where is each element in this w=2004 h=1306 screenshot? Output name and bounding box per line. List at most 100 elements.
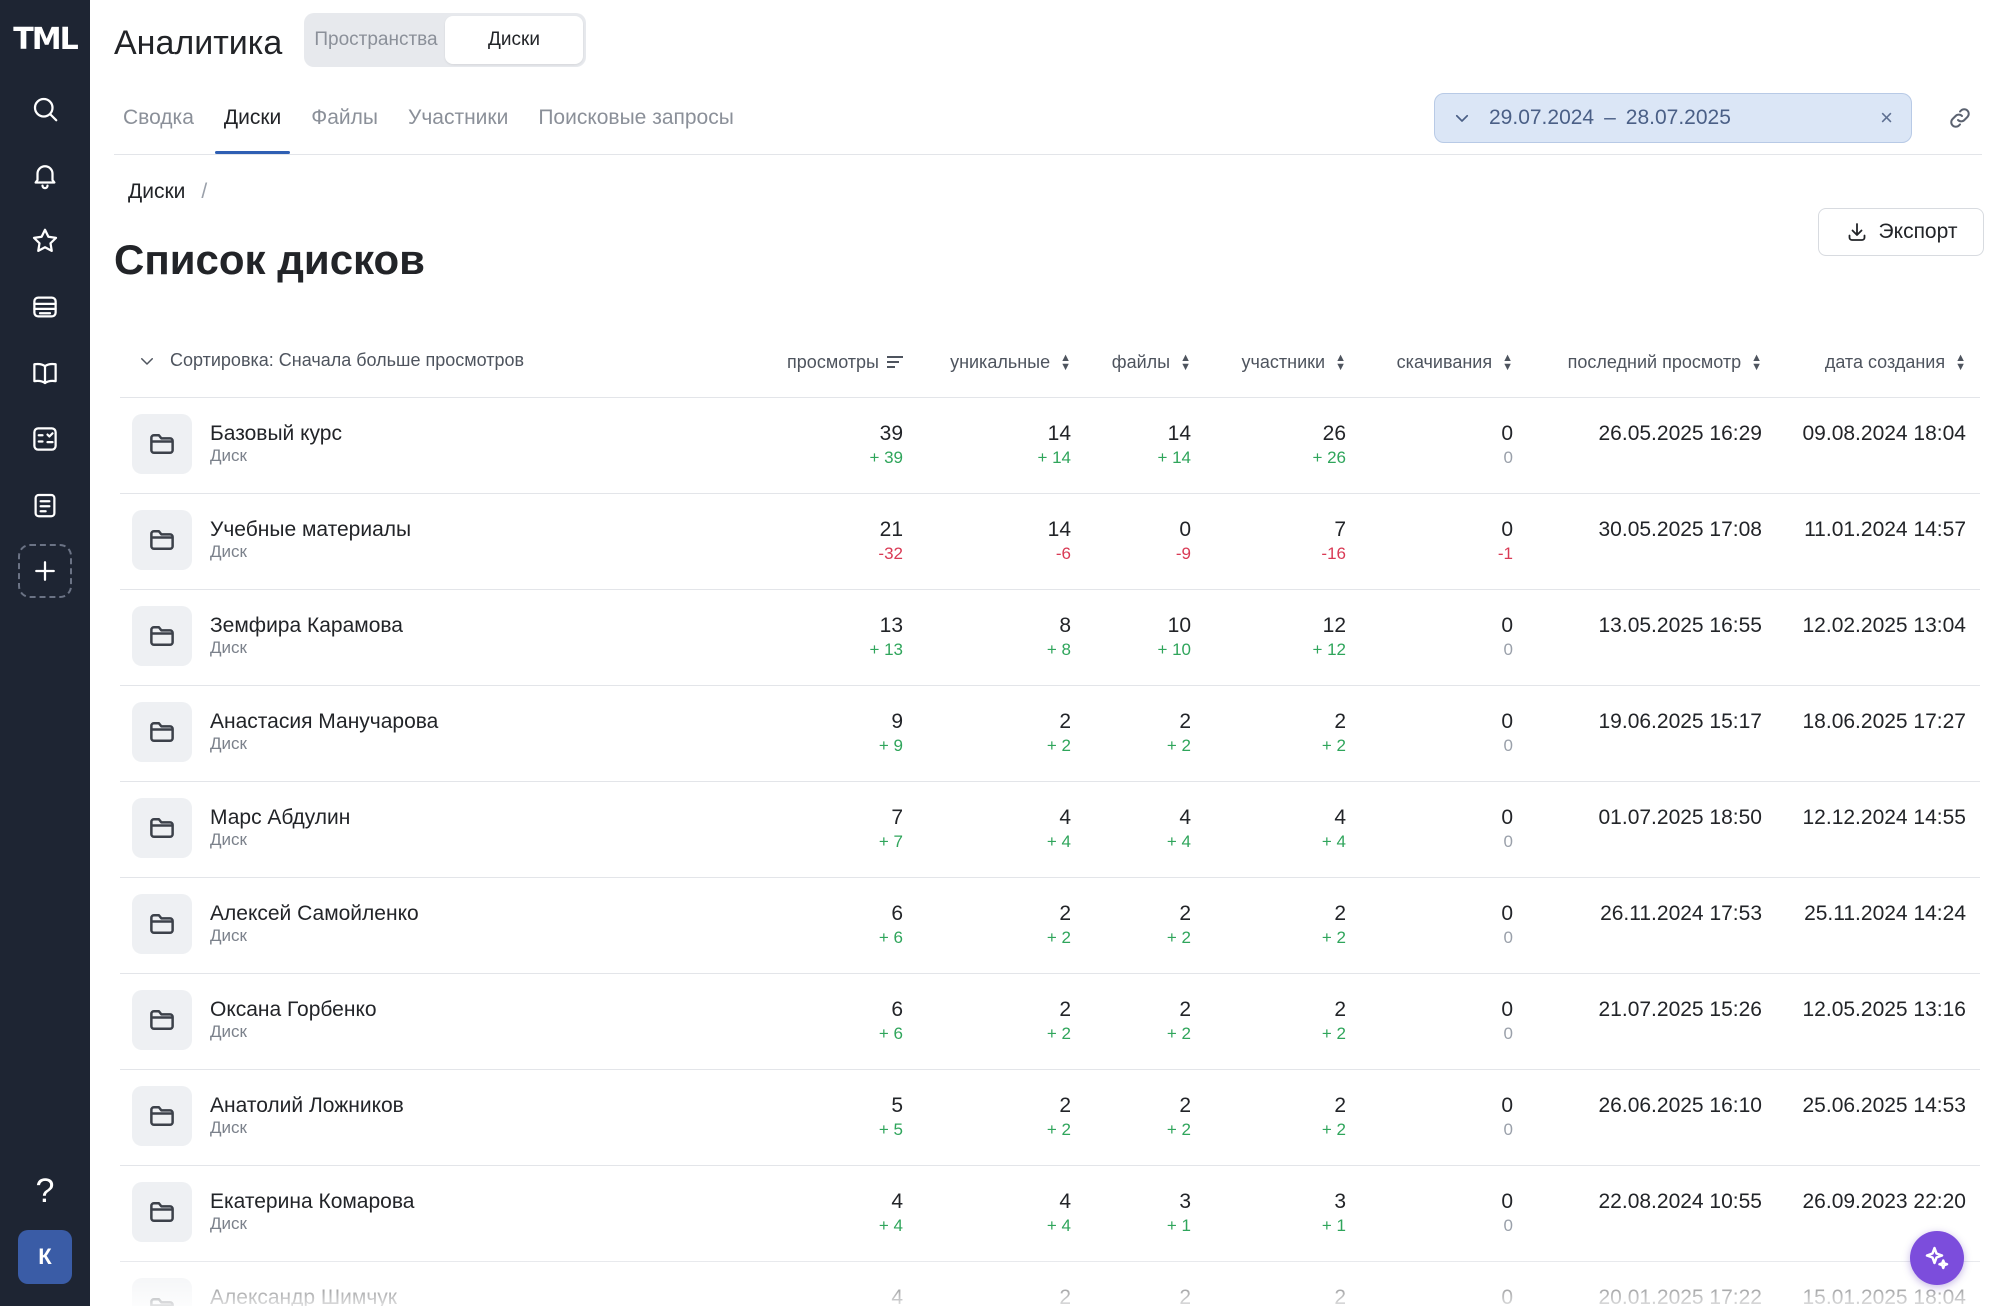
- cell-unique-delta: + 8: [1046, 640, 1071, 659]
- disk-name: Александр Шимчук: [210, 1286, 397, 1306]
- cell-views-value: 4: [891, 1286, 903, 1306]
- nav-favorites[interactable]: [18, 214, 72, 268]
- cell-unique-delta: + 2: [1046, 1024, 1071, 1043]
- breadcrumb-disks[interactable]: Диски: [128, 180, 185, 204]
- segment-disks[interactable]: Диски: [445, 16, 583, 64]
- nav-inbox[interactable]: [18, 280, 72, 334]
- segment-spaces[interactable]: Пространства: [307, 16, 445, 64]
- table-row[interactable]: Екатерина Комарова Диск 4 + 4 4 + 4 3 + 1 3 + 100…: [120, 1166, 1980, 1262]
- sort-dropdown[interactable]: Сортировка: Сначала больше просмотров: [138, 350, 524, 371]
- tab-members[interactable]: Участники: [399, 96, 517, 154]
- cell-files-value: 2: [1179, 1094, 1191, 1117]
- cell-downloads: 00: [1501, 710, 1513, 756]
- cell-files-value: 0: [1179, 518, 1191, 541]
- cell-created: 15.01.2025 18:04: [1802, 1286, 1967, 1306]
- clipboard-icon: [34, 493, 56, 518]
- cell-unique-value: 8: [1059, 614, 1071, 637]
- folder-icon: [132, 510, 192, 570]
- cell-unique: 2 + 2: [1047, 998, 1071, 1044]
- column-created[interactable]: дата создания ▲ ▼: [1825, 352, 1966, 373]
- table-row[interactable]: Земфира Карамова Диск 13 + 13 8 + 8 10 + 10 12 + …: [120, 590, 1980, 686]
- cell-views-delta: + 6: [878, 928, 903, 947]
- column-last-view[interactable]: последний просмотр ▲ ▼: [1568, 352, 1762, 373]
- nav-tasks[interactable]: [18, 478, 72, 532]
- table-row[interactable]: Учебные материалы Диск 21 -32 14 -6 0 -9 7 -16 0 -1…: [120, 494, 1980, 590]
- nav-quiz[interactable]: [18, 412, 72, 466]
- analytics-tabs: Сводка Диски Файлы Участники Поисковые з…: [114, 96, 755, 154]
- disk-type: Диск: [210, 926, 247, 945]
- date-range-filter[interactable]: 29.07.2024 – 28.07.2025 ×: [1434, 93, 1912, 143]
- folder-icon: [132, 1182, 192, 1242]
- table-row[interactable]: Анатолий Ложников Диск 5 + 5 2 + 2 2 + 2 2 + 2002…: [120, 1070, 1980, 1166]
- nav-add[interactable]: [18, 544, 72, 598]
- ai-assistant-button[interactable]: [1910, 1231, 1964, 1285]
- sort-icon: ▲ ▼: [1502, 351, 1513, 373]
- chevron-down-icon: [1455, 114, 1469, 122]
- cell-files: 2 + 2: [1167, 902, 1191, 948]
- cell-downloads-value: 0: [1501, 1286, 1513, 1306]
- folder-icon: [132, 798, 192, 858]
- column-members[interactable]: участники ▲ ▼: [1242, 352, 1346, 373]
- cell-downloads-value: 0: [1501, 614, 1513, 637]
- cell-created: 09.08.2024 18:04: [1802, 422, 1967, 445]
- table-body: Базовый курс Диск 39 + 39 14 + 14 14 + 14 26 + 26…: [120, 398, 1980, 1306]
- nav-search[interactable]: [18, 82, 72, 136]
- export-button[interactable]: Экспорт: [1818, 208, 1984, 256]
- list-title: Список дисков: [114, 236, 426, 283]
- cell-views-delta: + 5: [878, 1120, 903, 1139]
- sort-label: Сортировка: Сначала больше просмотров: [170, 350, 525, 370]
- bell-icon: [34, 165, 56, 190]
- cell-members-value: 12: [1322, 614, 1346, 637]
- table-row[interactable]: Алексей Самойленко Диск 6 + 6 2 + 2 2 + 2 2 + 200…: [120, 878, 1980, 974]
- cell-unique-delta: + 14: [1037, 448, 1071, 467]
- table-row[interactable]: Базовый курс Диск 39 + 39 14 + 14 14 + 14 26 + 26…: [120, 398, 1980, 494]
- cell-files-delta: + 2: [1166, 736, 1191, 755]
- cell-downloads: 00: [1501, 806, 1513, 852]
- tab-search-queries[interactable]: Поисковые запросы: [529, 96, 743, 154]
- cell-views-value: 21: [879, 518, 903, 541]
- table-row[interactable]: Оксана Горбенко Диск 6 + 6 2 + 2 2 + 2 2 + 2 0 0 21.…: [120, 974, 1980, 1070]
- table-row[interactable]: Анастасия Манучарова Диск 9 + 9 2 + 2 2 + 2 2 + 2…: [120, 686, 1980, 782]
- column-views[interactable]: просмотры: [787, 352, 903, 373]
- disk-type: Диск: [210, 734, 247, 753]
- nav-notifications[interactable]: [18, 148, 72, 202]
- disk-type: Диск: [210, 446, 247, 465]
- avatar[interactable]: К: [18, 1230, 72, 1284]
- cell-files-delta: + 14: [1157, 448, 1191, 467]
- column-files[interactable]: файлы ▲ ▼: [1112, 352, 1191, 373]
- nav-knowledge[interactable]: [18, 346, 72, 400]
- cell-members: 12 + 12: [1312, 614, 1346, 660]
- disk-name: Анатолий Ложников: [210, 1094, 404, 1117]
- cell-created: 25.11.2024 14:24: [1804, 902, 1966, 925]
- cell-unique-value: 2: [1059, 902, 1071, 925]
- app-logo[interactable]: TML: [8, 22, 82, 57]
- help-button[interactable]: ?: [18, 1164, 72, 1218]
- header-divider: [114, 154, 1982, 155]
- cell-files-delta: + 2: [1166, 1120, 1191, 1139]
- tab-disks[interactable]: Диски: [214, 96, 291, 154]
- cell-files-delta: + 2: [1166, 928, 1191, 947]
- cell-members: 2 + 2: [1322, 902, 1346, 948]
- cell-downloads: 00: [1501, 998, 1513, 1044]
- table-row[interactable]: Марс Абдулин Диск 7 + 7 4 + 4 4 + 4 4 + 4 0 0 01.07.…: [120, 782, 1980, 878]
- cell-last-view: 13.05.2025 16:55: [1598, 614, 1763, 637]
- tab-summary[interactable]: Сводка: [114, 96, 203, 154]
- table-row[interactable]: Александр ШимчукДиск4222020.01.2025 17:2…: [120, 1262, 1980, 1306]
- column-downloads[interactable]: скачивания ▲ ▼: [1397, 352, 1513, 373]
- cell-downloads-value: 0: [1501, 806, 1513, 829]
- cell-members-value: 2: [1334, 1094, 1346, 1117]
- cell-downloads-delta: 0: [1503, 928, 1513, 947]
- folder-icon: [132, 414, 192, 474]
- copy-link-button[interactable]: [1944, 102, 1976, 134]
- disk-name: Учебные материалы: [210, 518, 412, 541]
- tab-files[interactable]: Файлы: [302, 96, 387, 154]
- inbox-icon: [33, 296, 57, 318]
- column-files-label: файлы: [1111, 352, 1171, 372]
- disk-type: Диск: [210, 638, 247, 657]
- disk-name: Екатерина Комарова: [210, 1190, 415, 1213]
- disk-type: Диск: [210, 1118, 247, 1137]
- column-unique[interactable]: уникальные ▲ ▼: [950, 352, 1071, 373]
- cell-downloads: 00: [1501, 1190, 1513, 1236]
- cell-members-delta: + 26: [1312, 448, 1346, 467]
- clear-date-icon[interactable]: ×: [1880, 105, 1893, 131]
